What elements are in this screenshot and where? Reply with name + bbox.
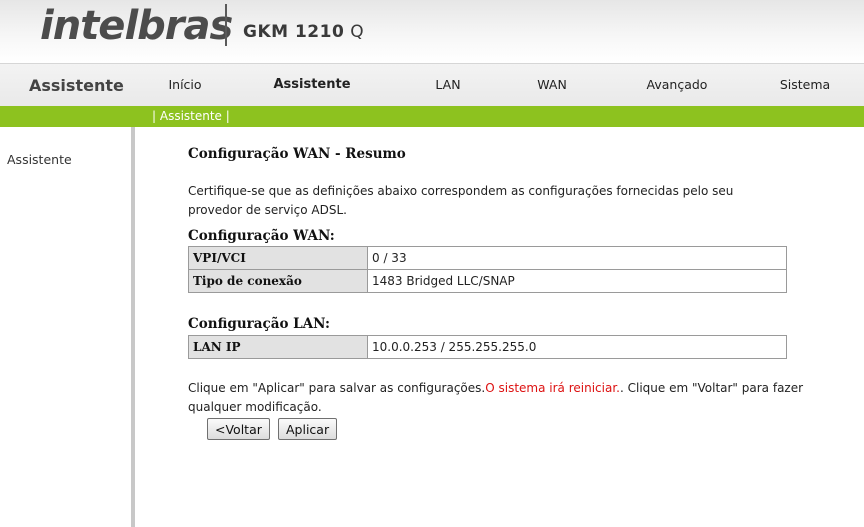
nav-item-avancado[interactable]: Avançado — [647, 77, 708, 92]
nav-item-assistente[interactable]: Assistente — [273, 77, 350, 92]
table-row: LAN IP 10.0.0.253 / 255.255.255.0 — [188, 335, 787, 359]
nav-item-wan[interactable]: WAN — [537, 77, 567, 92]
device-model: GKM 1210 Q — [243, 22, 364, 42]
sub-nav-assistente[interactable]: | Assistente | — [152, 109, 230, 123]
section-title: Assistente — [29, 76, 124, 95]
lan-ip-value: 10.0.0.253 / 255.255.255.0 — [367, 335, 787, 359]
nav-item-inicio[interactable]: Início — [168, 77, 201, 92]
connection-type-value: 1483 Bridged LLC/SNAP — [367, 269, 787, 293]
lan-ip-label: LAN IP — [188, 335, 368, 359]
model-suffix: Q — [350, 22, 365, 42]
back-button[interactable]: <Voltar — [207, 418, 270, 440]
lan-summary-table: LAN IP 10.0.0.253 / 255.255.255.0 — [188, 335, 787, 359]
table-row: Tipo de conexão 1483 Bridged LLC/SNAP — [188, 269, 787, 293]
header: intelbras GKM 1210 Q — [0, 0, 864, 63]
page-title: Configuração WAN - Resumo — [188, 146, 406, 162]
intro-text: Certifique-se que as definições abaixo c… — [188, 184, 734, 217]
sidebar-item-assistente[interactable]: Assistente — [7, 152, 72, 167]
sub-nav: | Assistente | — [0, 106, 864, 127]
table-row: VPI/VCI 0 / 33 — [188, 246, 787, 270]
connection-type-label: Tipo de conexão — [188, 269, 368, 293]
wan-section-heading: Configuração WAN: — [188, 228, 335, 244]
lan-section-heading: Configuração LAN: — [188, 316, 330, 332]
nav-item-lan[interactable]: LAN — [435, 77, 460, 92]
restart-warning: O sistema irá reiniciar. — [485, 381, 620, 395]
apply-button[interactable]: Aplicar — [278, 418, 338, 440]
apply-note-text: Clique em "Aplicar" para salvar as confi… — [188, 381, 486, 395]
sidebar-divider — [131, 127, 135, 527]
vpi-vci-label: VPI/VCI — [188, 246, 368, 270]
model-name: GKM 1210 — [243, 22, 345, 42]
wan-summary-table: VPI/VCI 0 / 33 Tipo de conexão 1483 Brid… — [188, 246, 787, 293]
top-nav: Assistente Início Assistente LAN WAN Ava… — [0, 63, 864, 107]
apply-note: Clique em "Aplicar" para salvar as confi… — [188, 379, 808, 417]
intelbras-logo: intelbras — [40, 3, 233, 49]
vpi-vci-value: 0 / 33 — [367, 246, 787, 270]
nav-item-sistema[interactable]: Sistema — [780, 77, 830, 92]
logo-divider — [225, 4, 227, 46]
